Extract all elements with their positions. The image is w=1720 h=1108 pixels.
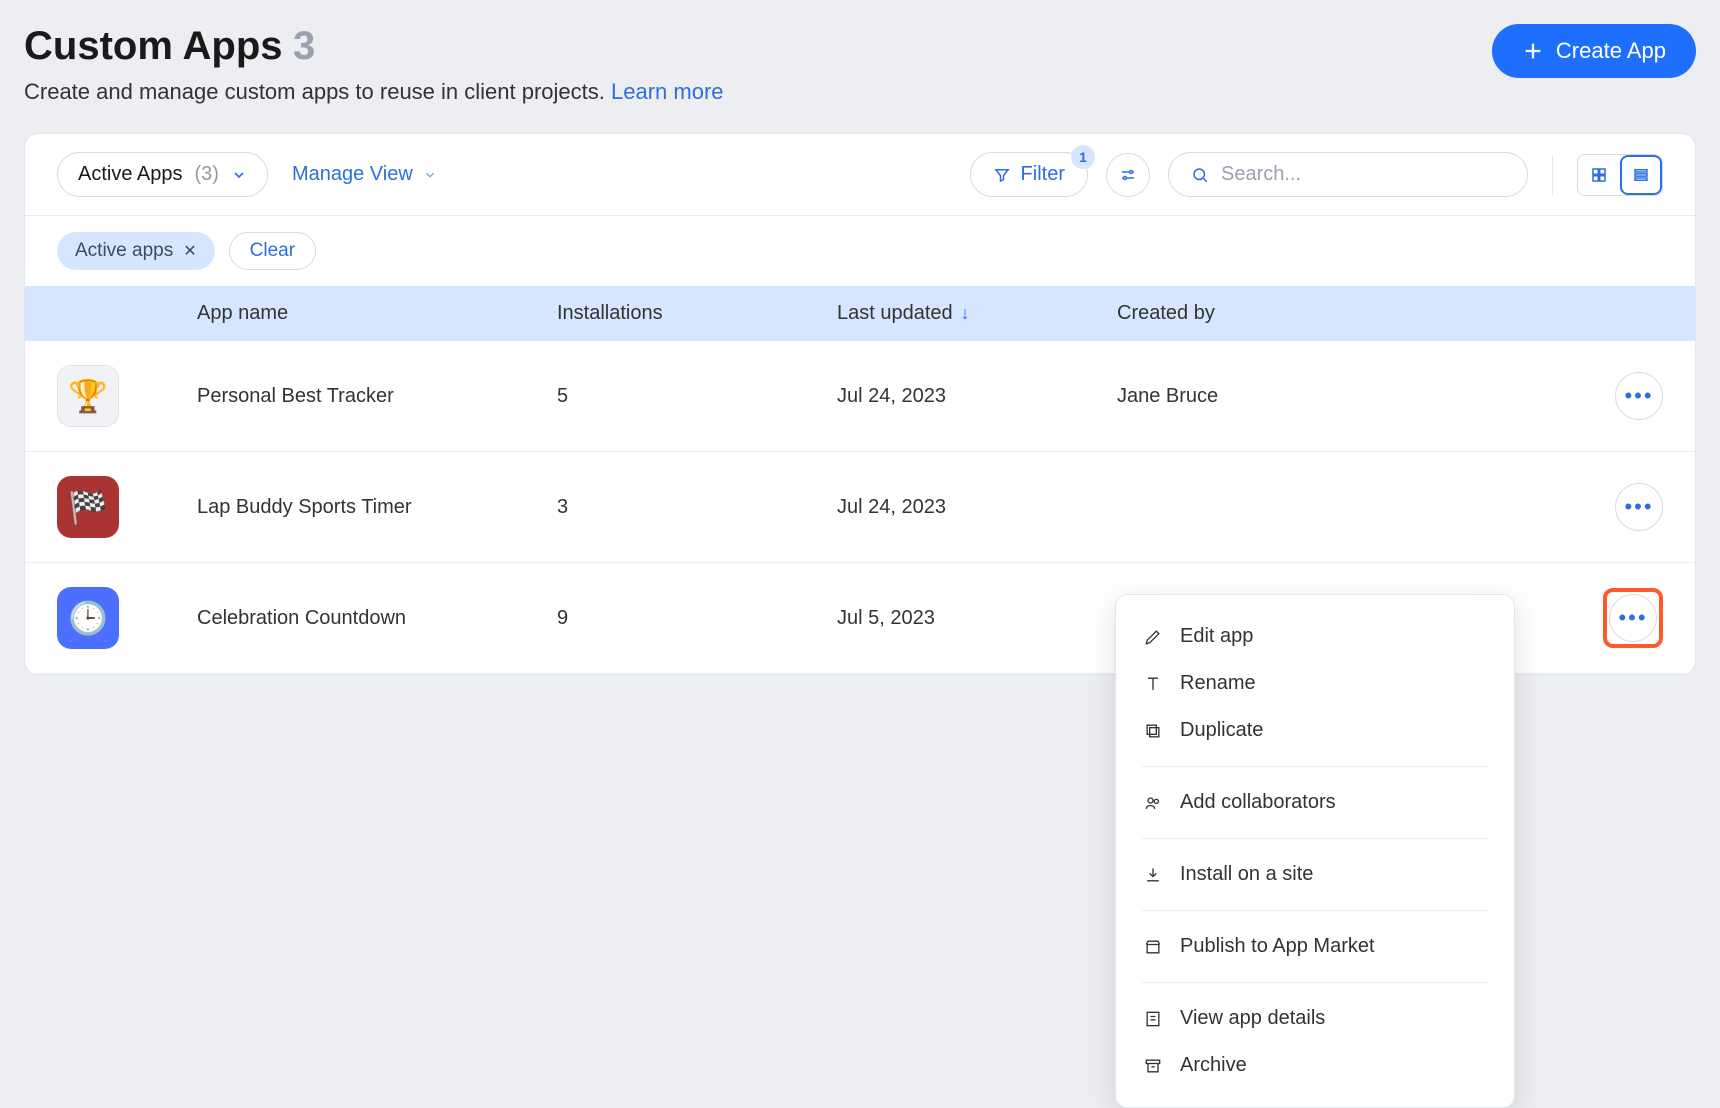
title-block: Custom Apps 3 Create and manage custom a…: [24, 24, 724, 105]
app-name-cell: Celebration Countdown: [197, 607, 557, 630]
col-last-updated[interactable]: Last updated ↓: [837, 302, 1117, 325]
menu-archive[interactable]: Archive: [1116, 1042, 1514, 1089]
menu-label: Duplicate: [1180, 719, 1263, 742]
divider: [1552, 155, 1553, 195]
updated-cell: Jul 24, 2023: [837, 496, 1117, 519]
installations-cell: 3: [557, 496, 837, 519]
filter-chip-row: Active apps ✕ Clear: [25, 216, 1695, 286]
app-name-cell: Personal Best Tracker: [197, 385, 557, 408]
row-actions-menu: Edit app Rename Duplicate Add collaborat…: [1115, 594, 1515, 1108]
view-count: (3): [195, 163, 219, 186]
apps-card: Active Apps (3) Manage View Filter 1: [24, 133, 1696, 675]
row-actions-button[interactable]: •••: [1615, 483, 1663, 531]
menu-edit-app[interactable]: Edit app: [1116, 613, 1514, 660]
updated-cell: Jul 24, 2023: [837, 385, 1117, 408]
search-icon: [1191, 166, 1209, 184]
col-app-name[interactable]: App name: [197, 302, 557, 325]
view-toggle: [1577, 154, 1663, 196]
page-header: Custom Apps 3 Create and manage custom a…: [24, 24, 1696, 105]
menu-duplicate[interactable]: Duplicate: [1116, 707, 1514, 754]
create-app-button[interactable]: Create App: [1492, 24, 1696, 78]
sliders-icon: [1119, 166, 1137, 184]
details-icon: [1142, 1008, 1164, 1030]
chip-label: Active apps: [75, 240, 173, 262]
table-header: App name Installations Last updated ↓ Cr…: [25, 286, 1695, 341]
row-actions-button[interactable]: •••: [1609, 594, 1657, 642]
chevron-down-icon: [231, 167, 247, 183]
menu-add-collaborators[interactable]: Add collaborators: [1116, 779, 1514, 826]
menu-label: Edit app: [1180, 625, 1253, 648]
menu-label: Install on a site: [1180, 863, 1313, 886]
list-view-button[interactable]: [1620, 155, 1662, 195]
settings-button[interactable]: [1106, 153, 1150, 197]
grid-icon: [1590, 166, 1608, 184]
filter-label: Filter: [1021, 163, 1065, 186]
download-icon: [1142, 864, 1164, 886]
create-app-label: Create App: [1556, 38, 1666, 64]
menu-label: Rename: [1180, 672, 1256, 695]
app-icon: [57, 587, 119, 649]
filter-count-badge: 1: [1071, 145, 1095, 169]
table-row: Lap Buddy Sports Timer 3 Jul 24, 2023 ••…: [25, 452, 1695, 563]
col-created-by[interactable]: Created by: [1117, 302, 1543, 325]
menu-rename[interactable]: Rename: [1116, 660, 1514, 707]
subtitle: Create and manage custom apps to reuse i…: [24, 79, 724, 105]
creator-cell: Jane Bruce: [1117, 385, 1543, 408]
users-icon: [1142, 792, 1164, 814]
subtitle-text: Create and manage custom apps to reuse i…: [24, 79, 611, 104]
search-input[interactable]: [1221, 163, 1505, 186]
store-icon: [1142, 936, 1164, 958]
list-icon: [1632, 166, 1650, 184]
manage-view-label: Manage View: [292, 163, 413, 186]
sort-arrow-down-icon: ↓: [961, 303, 970, 324]
chevron-down-icon: [423, 168, 437, 182]
page-title: Custom Apps: [24, 24, 283, 68]
filter-button[interactable]: Filter 1: [970, 152, 1088, 197]
manage-view-button[interactable]: Manage View: [286, 155, 443, 194]
updated-cell: Jul 5, 2023: [837, 607, 1117, 630]
plus-icon: [1522, 40, 1544, 62]
menu-label: Publish to App Market: [1180, 935, 1375, 958]
menu-label: Add collaborators: [1180, 791, 1336, 814]
app-count: 3: [293, 24, 315, 68]
app-name-cell: Lap Buddy Sports Timer: [197, 496, 557, 519]
menu-view-details[interactable]: View app details: [1116, 995, 1514, 1042]
search-box[interactable]: [1168, 152, 1528, 197]
archive-icon: [1142, 1055, 1164, 1077]
installations-cell: 5: [557, 385, 837, 408]
app-icon: [57, 476, 119, 538]
menu-label: View app details: [1180, 1007, 1325, 1030]
highlighted-action: •••: [1603, 588, 1663, 648]
text-icon: [1142, 673, 1164, 695]
row-actions-button[interactable]: •••: [1615, 372, 1663, 420]
grid-view-button[interactable]: [1578, 155, 1620, 195]
menu-publish-app-market[interactable]: Publish to App Market: [1116, 923, 1514, 970]
view-name: Active Apps: [78, 163, 183, 186]
pencil-icon: [1142, 626, 1164, 648]
col-last-updated-label: Last updated: [837, 302, 953, 325]
installations-cell: 9: [557, 607, 837, 630]
duplicate-icon: [1142, 720, 1164, 742]
menu-label: Archive: [1180, 1054, 1247, 1077]
clear-filters-button[interactable]: Clear: [229, 232, 316, 270]
view-selector[interactable]: Active Apps (3): [57, 152, 268, 197]
toolbar: Active Apps (3) Manage View Filter 1: [25, 134, 1695, 216]
title-row: Custom Apps 3: [24, 24, 724, 69]
active-apps-chip[interactable]: Active apps ✕: [57, 232, 215, 270]
filter-icon: [993, 166, 1011, 184]
menu-install-on-site[interactable]: Install on a site: [1116, 851, 1514, 898]
remove-chip-icon[interactable]: ✕: [183, 241, 196, 261]
table-row: Personal Best Tracker 5 Jul 24, 2023 Jan…: [25, 341, 1695, 452]
learn-more-link[interactable]: Learn more: [611, 79, 724, 104]
app-icon: [57, 365, 119, 427]
col-installations[interactable]: Installations: [557, 302, 837, 325]
